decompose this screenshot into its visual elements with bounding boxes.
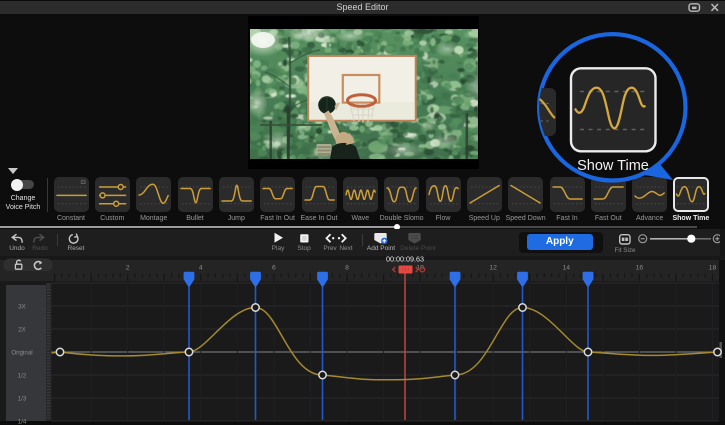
svg-text:3X: 3X [18, 303, 26, 310]
svg-text:Original: Original [11, 349, 32, 356]
svg-text:4: 4 [199, 265, 203, 272]
svg-text:1/2: 1/2 [18, 372, 27, 379]
svg-text:12: 12 [489, 265, 497, 272]
svg-text:6: 6 [272, 265, 276, 272]
svg-text:2X: 2X [18, 326, 26, 333]
svg-text:1/4: 1/4 [18, 418, 27, 425]
svg-text:2: 2 [126, 265, 130, 272]
svg-text:8: 8 [345, 265, 349, 272]
svg-text:16: 16 [636, 265, 644, 272]
svg-text:Show Time: Show Time [577, 158, 649, 174]
svg-text:14: 14 [563, 265, 571, 272]
svg-text:1/3: 1/3 [18, 395, 27, 402]
svg-text:00:00:09.63: 00:00:09.63 [386, 256, 424, 264]
svg-text:18: 18 [709, 265, 717, 272]
